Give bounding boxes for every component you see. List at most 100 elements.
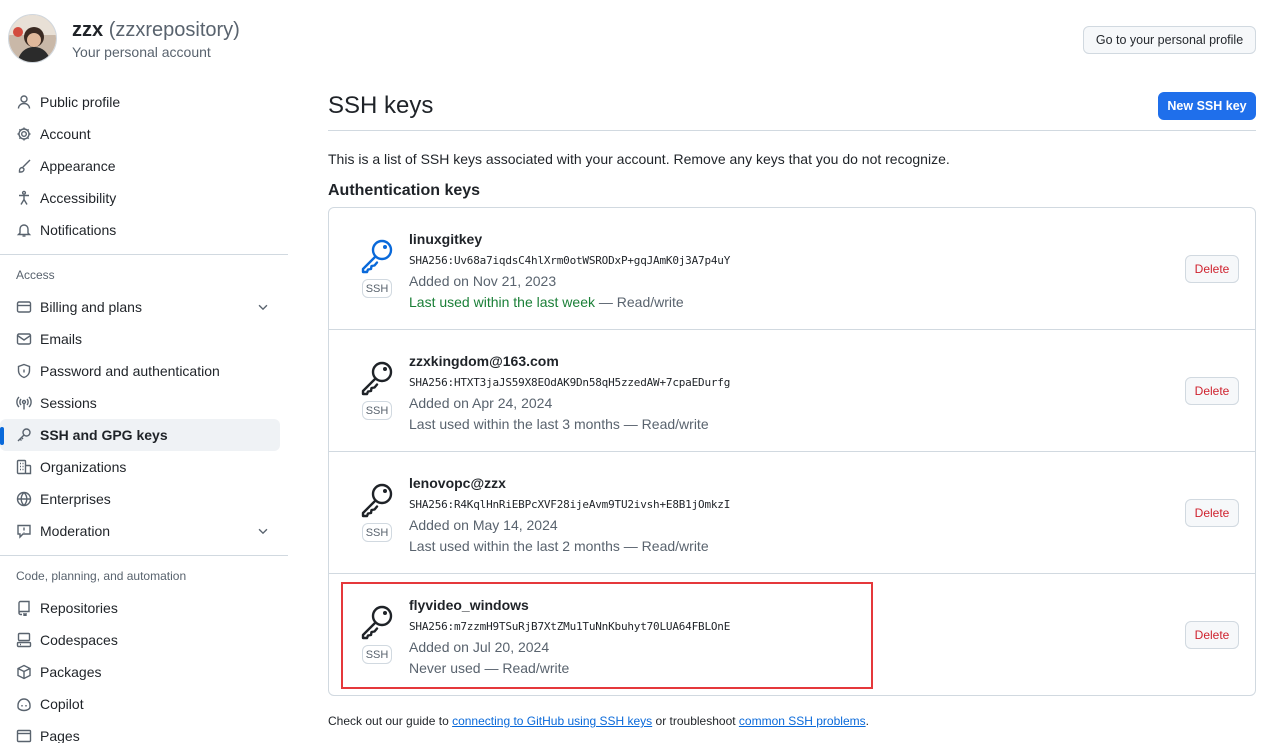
codespaces-icon: [16, 632, 32, 648]
key-last-used: Last used within the last 2 months — Rea…: [409, 538, 709, 554]
sidebar-item-notifications[interactable]: Notifications: [0, 214, 280, 246]
sidebar-item-appearance[interactable]: Appearance: [0, 150, 280, 182]
key-fingerprint: SHA256:R4KqlHnRiEBPcXVF28ijeAvm9TU2ivsh+…: [409, 498, 731, 511]
credit-card-icon: [16, 299, 32, 315]
account-subtitle: Your personal account: [72, 44, 211, 60]
delete-key-button[interactable]: Delete: [1185, 499, 1239, 527]
copilot-icon: [16, 696, 32, 712]
sidebar-item-label: Packages: [40, 664, 102, 680]
paintbrush-icon: [16, 158, 32, 174]
sidebar-group-access: Access: [16, 268, 55, 282]
footer-text: Check out our guide to: [328, 714, 453, 728]
footer-text: or troubleshoot: [652, 714, 739, 728]
globe-icon: [16, 491, 32, 507]
sidebar-item-label: Password and authentication: [40, 363, 220, 379]
report-icon: [16, 523, 32, 539]
page-description: This is a list of SSH keys associated wi…: [328, 151, 950, 167]
accessibility-icon: [16, 190, 32, 206]
sidebar-item-accessibility[interactable]: Accessibility: [0, 182, 280, 214]
key-added-date: Added on Apr 24, 2024: [409, 395, 553, 411]
key-added-date: Added on Nov 21, 2023: [409, 273, 557, 289]
sidebar-divider: [0, 555, 288, 556]
sidebar-item-password-authentication[interactable]: Password and authentication: [0, 355, 280, 387]
key-access-level: — Read/write: [619, 416, 709, 432]
sidebar-item-emails[interactable]: Emails: [0, 323, 280, 355]
chevron-down-icon[interactable]: [256, 524, 270, 538]
key-title: lenovopc@zzx: [409, 475, 506, 491]
ssh-key-row: SSH linuxgitkey SHA256:Uv68a7iqdsC4hlXrm…: [329, 208, 1255, 330]
broadcast-icon: [16, 395, 32, 411]
sidebar-item-enterprises[interactable]: Enterprises: [0, 483, 280, 515]
ssh-key-row: SSH zzxkingdom@163.com SHA256:HTXT3jaJS5…: [329, 330, 1255, 452]
key-last-used-status: Last used within the last 3 months: [409, 416, 620, 432]
person-icon: [16, 94, 32, 110]
delete-key-button[interactable]: Delete: [1185, 621, 1239, 649]
sidebar-item-label: Emails: [40, 331, 83, 347]
sidebar-item-sessions[interactable]: Sessions: [0, 387, 280, 419]
sidebar-item-public-profile[interactable]: Public profile: [0, 86, 280, 118]
sidebar-item-repositories[interactable]: Repositories: [0, 592, 280, 624]
ssh-troubleshoot-link[interactable]: common SSH problems: [739, 714, 866, 728]
account-username: zzx: [72, 19, 104, 41]
key-last-used-status: Last used within the last week: [409, 294, 595, 310]
key-icon: [16, 427, 32, 443]
mail-icon: [16, 331, 32, 347]
delete-key-button[interactable]: Delete: [1185, 377, 1239, 405]
sidebar-item-ssh-gpg-keys[interactable]: SSH and GPG keys: [0, 419, 280, 451]
account-handle: (zzxrepository): [108, 19, 240, 41]
sidebar-item-label: Accessibility: [40, 190, 117, 206]
footer-text: .: [865, 714, 869, 728]
key-title: linuxgitkey: [409, 231, 483, 247]
sidebar-item-label: Repositories: [40, 600, 118, 616]
sidebar-group-code: Code, planning, and automation: [16, 569, 187, 583]
sidebar-item-label: Copilot: [40, 696, 84, 712]
highlight-box: [341, 582, 873, 689]
sidebar-item-codespaces[interactable]: Codespaces: [0, 624, 280, 656]
section-title-authentication-keys: Authentication keys: [328, 182, 481, 199]
sidebar-item-label: Codespaces: [40, 632, 118, 648]
sidebar-item-packages[interactable]: Packages: [0, 656, 280, 688]
sidebar-item-label: Appearance: [40, 158, 116, 174]
sidebar-item-moderation[interactable]: Moderation: [0, 515, 280, 547]
ssh-guide-link[interactable]: connecting to GitHub using SSH keys: [452, 714, 652, 728]
sidebar-item-label: SSH and GPG keys: [40, 427, 168, 443]
key-last-used-status: Last used within the last 2 months: [409, 538, 620, 554]
footer-help-text: Check out our guide to connecting to Git…: [328, 714, 869, 728]
new-ssh-key-button[interactable]: New SSH key: [1158, 92, 1256, 120]
gear-icon: [16, 126, 32, 142]
key-icon: [361, 239, 393, 274]
settings-sidebar: Public profile Account Appearance Access…: [0, 86, 288, 743]
key-last-used: Last used within the last 3 months — Rea…: [409, 416, 709, 432]
sidebar-item-label: Public profile: [40, 94, 121, 110]
title-divider: [328, 130, 1256, 131]
key-access-level: — Read/write: [595, 294, 684, 310]
key-added-date: Added on May 14, 2024: [409, 517, 558, 533]
sidebar-item-billing[interactable]: Billing and plans: [0, 291, 280, 323]
ssh-badge: SSH: [362, 523, 392, 542]
avatar[interactable]: [8, 14, 57, 63]
sidebar-item-label: Organizations: [40, 459, 127, 475]
key-icon: [361, 483, 393, 518]
sidebar-item-label: Pages: [40, 728, 80, 743]
sidebar-divider: [0, 254, 288, 255]
delete-key-button[interactable]: Delete: [1185, 255, 1239, 283]
ssh-badge: SSH: [362, 401, 392, 420]
chevron-down-icon[interactable]: [256, 300, 270, 314]
ssh-key-row: SSH lenovopc@zzx SHA256:R4KqlHnRiEBPcXVF…: [329, 452, 1255, 574]
sidebar-item-copilot[interactable]: Copilot: [0, 688, 280, 720]
sidebar-item-label: Account: [40, 126, 91, 142]
sidebar-item-account[interactable]: Account: [0, 118, 280, 150]
ssh-badge: SSH: [362, 279, 392, 298]
sidebar-item-organizations[interactable]: Organizations: [0, 451, 280, 483]
sidebar-item-pages[interactable]: Pages: [0, 720, 280, 743]
sidebar-item-label: Notifications: [40, 222, 117, 238]
sidebar-item-label: Sessions: [40, 395, 97, 411]
sidebar-item-label: Moderation: [40, 523, 111, 539]
repo-icon: [16, 600, 32, 616]
key-title: zzxkingdom@163.com: [409, 353, 559, 369]
shield-lock-icon: [16, 363, 32, 379]
page-title: SSH keys: [328, 92, 434, 119]
key-fingerprint: SHA256:HTXT3jaJS59X8EOdAK9Dn58qH5zzedAW+…: [409, 376, 731, 389]
go-to-profile-button[interactable]: Go to your personal profile: [1083, 26, 1256, 54]
key-fingerprint: SHA256:Uv68a7iqdsC4hlXrm0otWSRODxP+gqJAm…: [409, 254, 731, 267]
